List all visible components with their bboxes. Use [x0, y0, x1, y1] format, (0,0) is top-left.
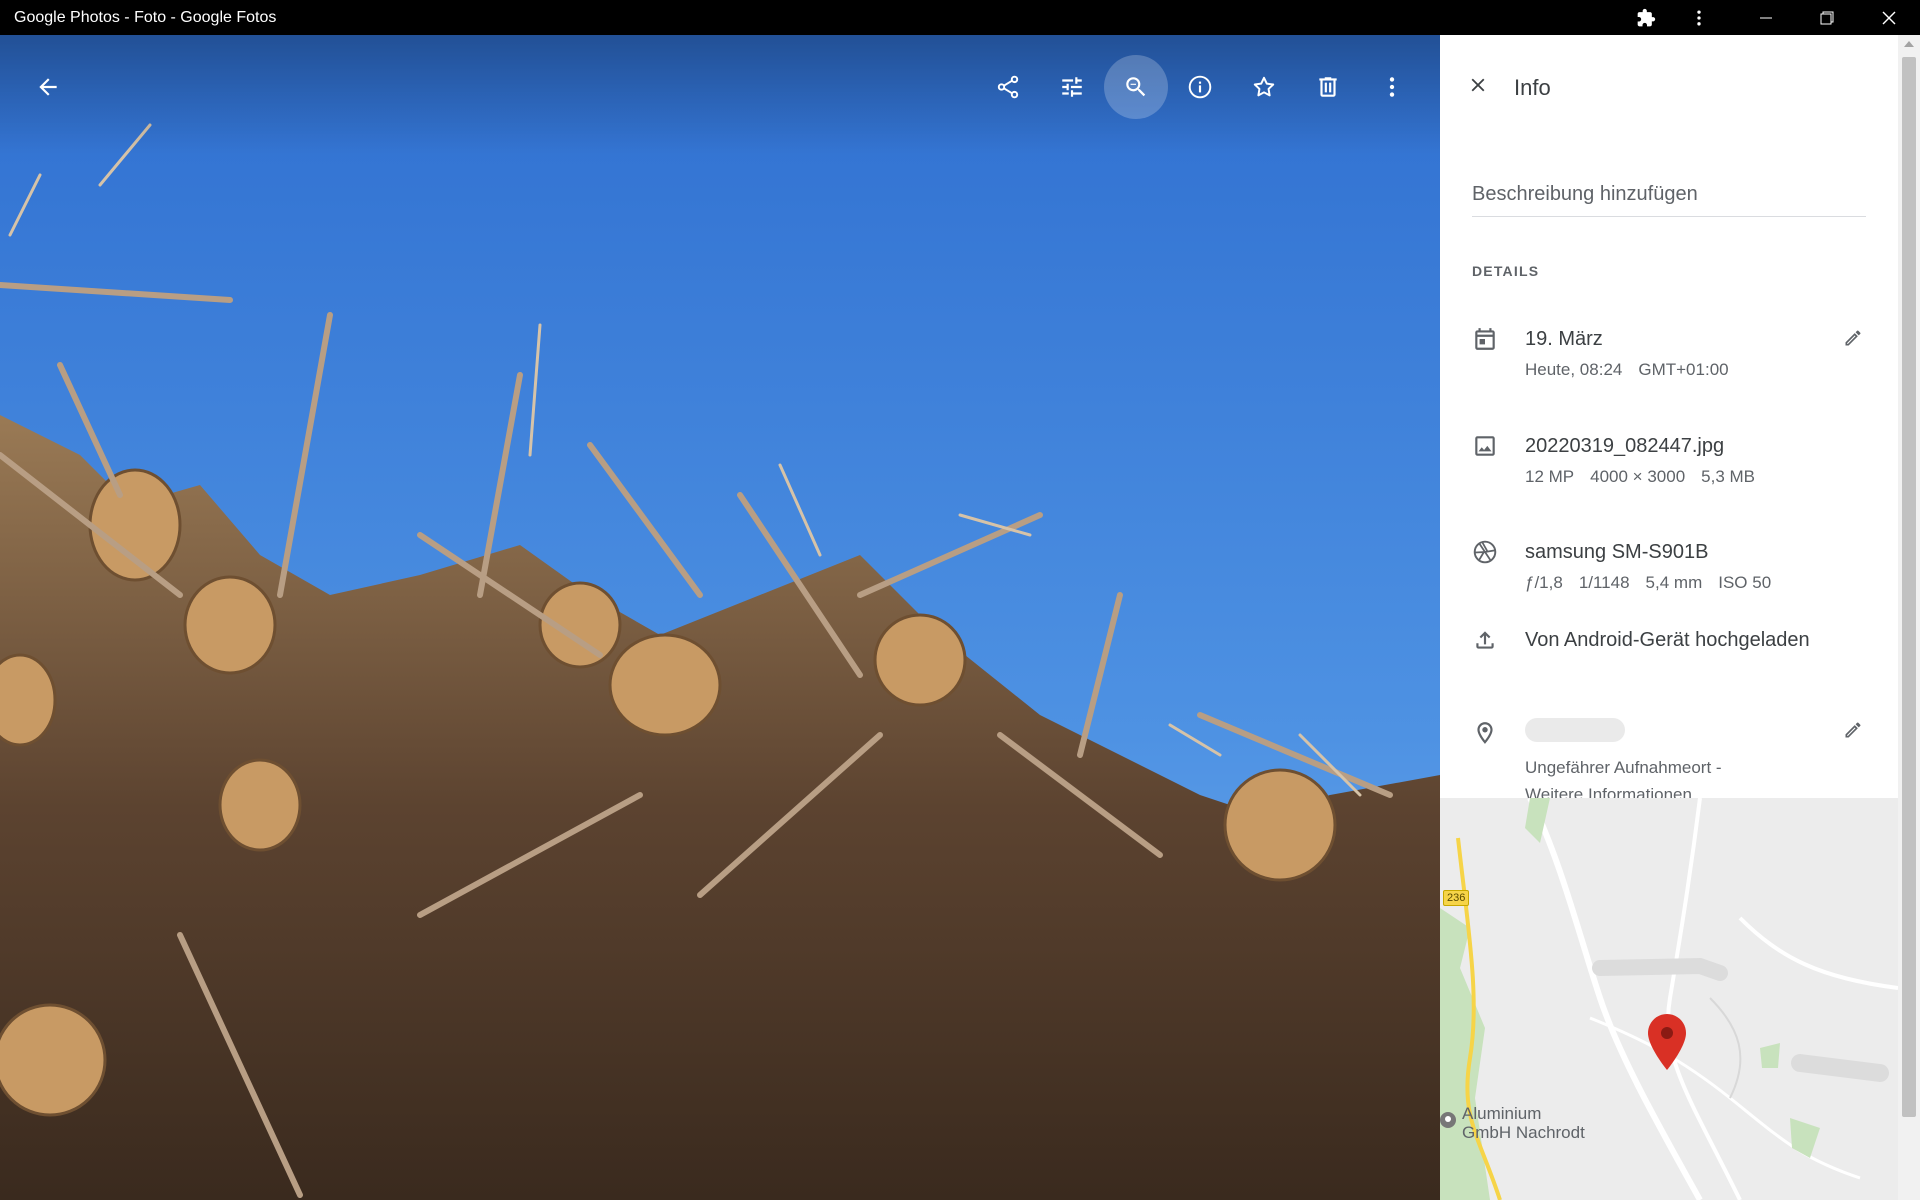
timezone-value: GMT+01:00: [1638, 360, 1729, 379]
camera-details: ƒ/1,8 1/1148 5,4 mm ISO 50: [1525, 573, 1771, 593]
upload-text: Von Android-Gerät hochgeladen: [1525, 629, 1810, 651]
upload-icon: [1470, 625, 1500, 655]
date-details: Heute, 08:24 GMT+01:00: [1525, 360, 1729, 380]
info-button[interactable]: [1168, 55, 1232, 119]
camera-shutter-icon: [1470, 537, 1500, 567]
map-marker-icon: [1648, 1014, 1686, 1075]
favorite-button[interactable]: [1232, 55, 1296, 119]
megapixels-value: 12 MP: [1525, 467, 1575, 486]
restore-button[interactable]: [1804, 0, 1850, 35]
scrollbar-thumb[interactable]: [1902, 57, 1916, 1117]
arrow-left-icon: [35, 74, 61, 100]
camera-model: samsung SM-S901B: [1525, 541, 1709, 563]
photo-viewer[interactable]: [0, 35, 1440, 1200]
map-place-label-1: Aluminium: [1462, 1104, 1542, 1123]
window-title: Google Photos - Foto - Google Fotos: [14, 9, 277, 26]
map-place-label-2: GmbH Nachrodt: [1462, 1123, 1585, 1142]
info-header: Info: [1440, 59, 1898, 115]
resolution-value: 4000 × 3000: [1590, 467, 1686, 486]
trash-icon: [1315, 74, 1341, 100]
approx-location-text: Ungefährer Aufnahmeort -: [1525, 758, 1722, 777]
calendar-icon: [1470, 324, 1500, 354]
more-button[interactable]: [1360, 55, 1424, 119]
window-titlebar: Google Photos - Foto - Google Fotos: [0, 0, 1920, 35]
iso-value: ISO 50: [1718, 573, 1772, 592]
minimize-button[interactable]: [1743, 0, 1789, 35]
back-button[interactable]: [16, 55, 80, 119]
edit-date-button[interactable]: [1835, 322, 1871, 358]
extensions-icon[interactable]: [1623, 0, 1669, 35]
scroll-up-icon[interactable]: [1904, 41, 1914, 47]
time-value: Heute, 08:24: [1525, 360, 1623, 379]
close-window-button[interactable]: [1866, 0, 1912, 35]
delete-button[interactable]: [1296, 55, 1360, 119]
location-pin-icon: [1470, 718, 1500, 748]
image-icon: [1470, 431, 1500, 461]
file-size-value: 5,3 MB: [1701, 467, 1756, 486]
info-title: Info: [1514, 75, 1551, 100]
share-button[interactable]: [976, 55, 1040, 119]
shutter-value: 1/1148: [1578, 573, 1630, 592]
zoom-out-icon: [1123, 74, 1149, 100]
edit-button[interactable]: [1040, 55, 1104, 119]
info-scrollbar[interactable]: [1898, 35, 1920, 1200]
browser-menu-icon[interactable]: [1676, 0, 1722, 35]
photo: [0, 35, 1440, 1200]
info-panel: Info Beschreibung hinzufügen DETAILS 19.…: [1440, 35, 1898, 1200]
pencil-icon: [1843, 328, 1863, 353]
aperture-value: ƒ/1,8: [1525, 573, 1563, 592]
star-icon: [1251, 74, 1277, 100]
close-info-button[interactable]: [1458, 67, 1498, 107]
details-heading: DETAILS: [1472, 263, 1540, 279]
tune-icon: [1059, 74, 1085, 100]
close-icon: [1467, 74, 1489, 101]
road-number-badge: 236: [1443, 890, 1470, 906]
more-vert-icon: [1379, 74, 1405, 100]
info-icon: [1187, 74, 1213, 100]
zoom-button[interactable]: [1104, 55, 1168, 119]
file-details: 12 MP 4000 × 3000 5,3 MB: [1525, 467, 1755, 487]
date-value: 19. März: [1525, 328, 1603, 350]
file-name: 20220319_082447.jpg: [1525, 435, 1725, 457]
description-input[interactable]: Beschreibung hinzufügen: [1472, 183, 1866, 217]
edit-location-button[interactable]: [1835, 714, 1871, 750]
focal-length-value: 5,4 mm: [1645, 573, 1703, 592]
location-map[interactable]: 236 Aluminium GmbH Nachrodt: [1440, 798, 1898, 1200]
pencil-icon: [1843, 720, 1863, 745]
share-icon: [995, 74, 1021, 100]
location-name-redacted: [1525, 718, 1625, 742]
